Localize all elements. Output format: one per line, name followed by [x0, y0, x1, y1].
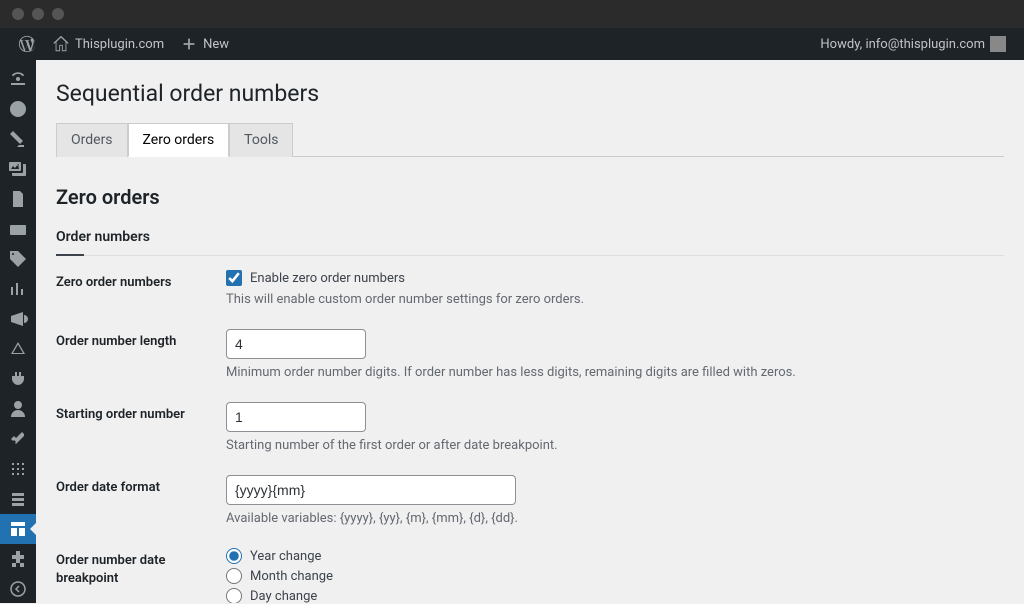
order-date-format-label: Order date format — [56, 475, 226, 497]
sidebar-marketing[interactable] — [0, 304, 36, 334]
sidebar-plugins[interactable] — [0, 364, 36, 394]
plus-icon — [180, 35, 198, 53]
admin-bar: Thisplugin.com New Howdy, info@thisplugi… — [0, 28, 1024, 60]
breakpoint-month-label: Month change — [250, 569, 333, 584]
order-date-format-description: Available variables: {yyyy}, {yy}, {m}, … — [226, 511, 1004, 526]
zero-order-numbers-label: Zero order numbers — [56, 270, 226, 292]
chrome-close-icon[interactable] — [12, 8, 24, 20]
breakpoint-day-label: Day change — [250, 589, 317, 604]
zero-order-numbers-checkbox[interactable] — [226, 270, 242, 286]
section-heading: Order numbers — [56, 229, 1004, 256]
site-name: Thisplugin.com — [75, 37, 164, 52]
starting-order-number-input[interactable] — [226, 402, 366, 432]
sidebar-products[interactable] — [0, 244, 36, 274]
new-label: New — [203, 37, 229, 52]
site-link[interactable]: Thisplugin.com — [44, 28, 172, 60]
order-date-format-input[interactable] — [226, 475, 516, 505]
zero-order-numbers-checkbox-label: Enable zero order numbers — [250, 271, 405, 286]
order-number-breakpoint-label: Order number date breakpoint — [56, 548, 226, 588]
page-title: Sequential order numbers — [56, 80, 1004, 107]
sidebar-woocommerce[interactable] — [0, 214, 36, 244]
subheading: Zero orders — [56, 185, 1004, 209]
order-number-length-label: Order number length — [56, 329, 226, 351]
tabs-nav: Orders Zero orders Tools — [56, 123, 1004, 157]
order-number-length-input[interactable] — [226, 329, 366, 359]
window-chrome — [0, 0, 1024, 28]
home-icon — [52, 35, 70, 53]
sidebar-posts[interactable] — [0, 124, 36, 154]
sidebar-tools[interactable] — [0, 424, 36, 454]
breakpoint-month-radio[interactable] — [226, 568, 242, 584]
breakpoint-day-radio[interactable] — [226, 588, 242, 603]
sidebar-thisplugin[interactable] — [0, 514, 36, 544]
sidebar-media[interactable] — [0, 154, 36, 184]
starting-order-number-description: Starting number of the first order or af… — [226, 438, 1004, 453]
sidebar-pages[interactable] — [0, 184, 36, 214]
chrome-maximize-icon[interactable] — [52, 8, 64, 20]
breakpoint-year-radio[interactable] — [226, 548, 242, 564]
new-link[interactable]: New — [172, 28, 237, 60]
breakpoint-year-label: Year change — [250, 549, 321, 564]
howdy-text: Howdy, info@thisplugin.com — [820, 37, 985, 52]
howdy-link[interactable]: Howdy, info@thisplugin.com — [812, 28, 1014, 60]
tab-tools[interactable]: Tools — [229, 123, 293, 157]
sidebar-collapse[interactable] — [0, 574, 36, 604]
starting-order-number-label: Starting order number — [56, 402, 226, 424]
admin-sidebar — [0, 60, 36, 603]
tab-zero-orders[interactable]: Zero orders — [128, 123, 230, 157]
order-number-length-description: Minimum order number digits. If order nu… — [226, 365, 1004, 380]
zero-order-numbers-description: This will enable custom order number set… — [226, 292, 1004, 307]
wordpress-icon — [18, 35, 36, 53]
sidebar-plugin1[interactable] — [0, 484, 36, 514]
content-area: Sequential order numbers Orders Zero ord… — [36, 60, 1024, 603]
sidebar-appearance[interactable] — [0, 334, 36, 364]
sidebar-analytics[interactable] — [0, 274, 36, 304]
sidebar-settings[interactable] — [0, 454, 36, 484]
wp-logo[interactable] — [10, 28, 44, 60]
sidebar-jetpack[interactable] — [0, 94, 36, 124]
sidebar-users[interactable] — [0, 394, 36, 424]
sidebar-dashboard[interactable] — [0, 64, 36, 94]
sidebar-plugin2[interactable] — [0, 544, 36, 574]
avatar — [990, 36, 1006, 52]
tab-orders[interactable]: Orders — [56, 123, 128, 157]
chrome-minimize-icon[interactable] — [32, 8, 44, 20]
